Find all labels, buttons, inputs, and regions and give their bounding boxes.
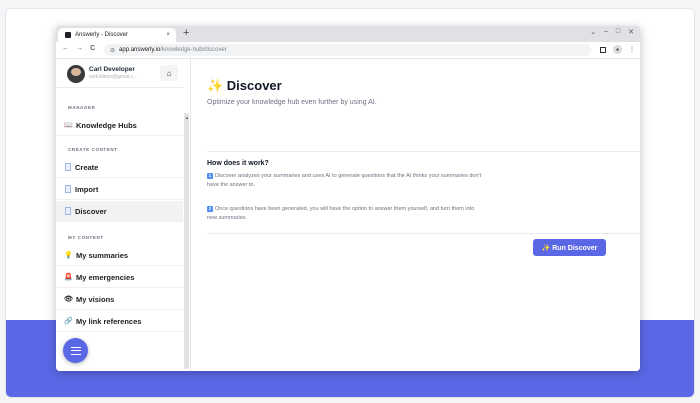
sidebar: Carl Developer sedubleuo@gmail.c... ⌂ MA… xyxy=(56,59,191,371)
forward-icon[interactable]: → xyxy=(76,45,83,52)
step-1-badge: 1 xyxy=(207,173,213,179)
step-2-badge: 2 xyxy=(207,206,213,212)
hamburger-icon xyxy=(70,346,81,355)
url-path: /knowledge-hub/discover xyxy=(160,47,227,53)
sidebar-item-label: My visions xyxy=(76,294,115,304)
siren-icon: 🚨 xyxy=(64,274,73,281)
sidebar-item-my-link-references[interactable]: 🔗 My link references xyxy=(56,311,183,332)
sidebar-item-create[interactable]: Create xyxy=(56,157,183,178)
sidebar-item-label: Discover xyxy=(75,206,107,216)
section-label-my-content: MY CONTENT xyxy=(68,235,104,240)
tab-bar: Answerly - Discover × + ⌄ – □ ✕ xyxy=(56,26,640,42)
tab-search-icon[interactable]: ⌄ xyxy=(590,28,596,36)
user-profile[interactable]: Carl Developer sedubleuo@gmail.c... ⌂ xyxy=(56,59,183,88)
step-1-text-block: 1 Discover analyzes your summaries and us… xyxy=(207,172,482,190)
sidebar-item-label: My emergencies xyxy=(76,272,135,282)
sidebar-item-label: Import xyxy=(75,184,99,194)
profile-icon[interactable]: ● xyxy=(613,45,622,54)
sidebar-item-label: My link references xyxy=(76,316,142,326)
eye-icon: 👁 xyxy=(64,296,73,303)
back-icon[interactable]: ← xyxy=(62,45,69,52)
window-controls: ⌄ – □ ✕ xyxy=(590,28,634,36)
sidebar-item-my-summaries[interactable]: 💡 My summaries xyxy=(56,245,183,266)
document-icon xyxy=(65,185,71,193)
close-window-icon[interactable]: ✕ xyxy=(628,28,634,36)
page-title: ✨ Discover xyxy=(207,78,282,93)
url-host: app.answerly.io xyxy=(119,47,161,53)
sidebar-item-label: Knowledge Hubs xyxy=(76,120,137,130)
book-icon: 📖 xyxy=(64,122,73,129)
tab-close-icon[interactable]: × xyxy=(166,32,170,38)
url-omnibox[interactable]: ⊘ app.answerly.io /knowledge-hub/discove… xyxy=(104,44,591,56)
reload-icon[interactable]: C xyxy=(90,45,95,52)
sidebar-item-label: Create xyxy=(75,162,99,172)
answerly-favicon-icon xyxy=(65,32,71,38)
sidebar-item-discover[interactable]: Discover xyxy=(56,201,183,222)
sidebar-scrollbar[interactable] xyxy=(184,113,189,369)
section-label-manager: MANAGER xyxy=(68,105,96,110)
link-icon: 🔗 xyxy=(64,318,73,325)
sidebar-item-my-emergencies[interactable]: 🚨 My emergencies xyxy=(56,267,183,288)
how-it-works-title: How does it work? xyxy=(207,160,269,167)
step-1-text: Discover analyzes your summaries and use… xyxy=(207,173,482,188)
user-name: Carl Developer xyxy=(89,66,135,73)
sidebar-item-knowledge-hubs[interactable]: 📖 Knowledge Hubs xyxy=(56,115,183,136)
user-email: sedubleuo@gmail.c... xyxy=(89,74,138,80)
toolbar-icons: ● ⋮ xyxy=(600,45,635,54)
divider xyxy=(207,151,640,152)
lightbulb-icon: 💡 xyxy=(64,252,73,259)
scroll-up-icon[interactable]: ▲ xyxy=(185,115,189,120)
home-icon[interactable]: ⌂ xyxy=(160,65,178,81)
document-icon xyxy=(65,163,71,171)
sidebar-item-my-visions[interactable]: 👁 My visions xyxy=(56,289,183,310)
new-tab-icon[interactable]: + xyxy=(183,27,189,39)
browser-menu-icon[interactable]: ⋮ xyxy=(629,46,635,53)
menu-fab-button[interactable] xyxy=(63,338,88,363)
document-icon xyxy=(65,207,71,215)
sidebar-item-import[interactable]: Import xyxy=(56,179,183,200)
tab-title: Answerly - Discover xyxy=(75,32,129,38)
step-2-text-block: 2 Once questions have been generated, you… xyxy=(207,205,482,223)
minimize-icon[interactable]: – xyxy=(604,28,608,36)
avatar xyxy=(67,65,85,83)
run-discover-button[interactable]: ✨ Run Discover xyxy=(533,239,606,256)
main-content: ✨ Discover Optimize your knowledge hub e… xyxy=(191,59,640,371)
step-2-text: Once questions have been generated, you … xyxy=(207,206,475,221)
reading-mode-icon[interactable] xyxy=(600,46,606,53)
site-info-icon[interactable]: ⊘ xyxy=(110,47,115,54)
maximize-icon[interactable]: □ xyxy=(616,28,620,36)
section-label-create-content: CREATE CONTENT xyxy=(68,147,118,152)
page-subtitle: Optimize your knowledge hub even further… xyxy=(207,99,377,106)
browser-window: Answerly - Discover × + ⌄ – □ ✕ ← → C ⊘ … xyxy=(56,26,640,371)
divider xyxy=(207,233,640,234)
sidebar-item-label: My summaries xyxy=(76,250,129,260)
address-bar: ← → C ⊘ app.answerly.io /knowledge-hub/d… xyxy=(56,42,640,59)
tab-answerly-discover[interactable]: Answerly - Discover × xyxy=(58,28,176,42)
